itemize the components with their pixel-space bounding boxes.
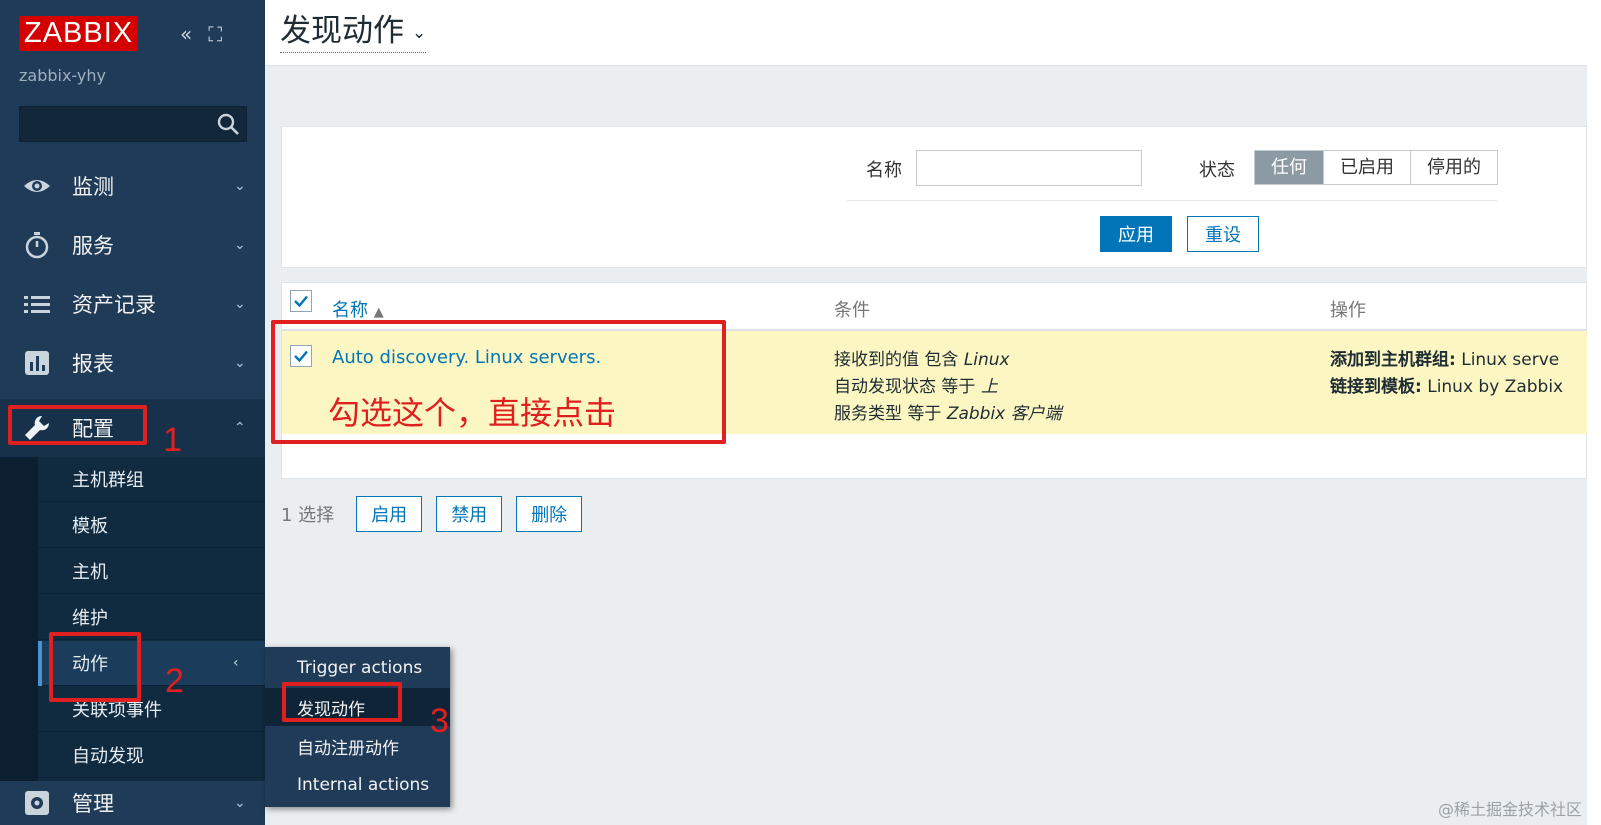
operation-line: 添加到主机群组: Linux serve bbox=[1330, 350, 1560, 370]
search-icon[interactable] bbox=[216, 112, 240, 136]
annotation-number-2: 2 bbox=[165, 662, 184, 700]
select-all-checkbox[interactable] bbox=[290, 290, 312, 312]
chevron-down-icon: ⌄ bbox=[234, 355, 246, 371]
server-name: zabbix-yhy bbox=[19, 66, 106, 85]
sort-ascending-icon: ▲ bbox=[373, 305, 384, 320]
submenu-hosts[interactable]: 主机 bbox=[38, 549, 265, 594]
kiosk-mode-icon[interactable]: ⛶ bbox=[208, 22, 222, 46]
column-header-conditions: 条件 bbox=[834, 300, 870, 321]
menu-label: 报表 bbox=[72, 352, 114, 376]
condition-line: 接收到的值 包含 Linux bbox=[834, 350, 1010, 370]
name-filter-label: 名称 bbox=[866, 160, 902, 181]
disable-button[interactable]: 禁用 bbox=[436, 496, 503, 532]
menu-reports[interactable]: 报表 ⌄ bbox=[0, 334, 265, 392]
annotation-number-1: 1 bbox=[163, 421, 182, 459]
annotation-box-2 bbox=[49, 632, 141, 702]
zabbix-logo[interactable]: ZABBIX bbox=[19, 16, 139, 51]
delete-button[interactable]: 删除 bbox=[516, 496, 583, 532]
apply-button[interactable]: 应用 bbox=[1100, 216, 1172, 252]
reset-button[interactable]: 重设 bbox=[1187, 216, 1259, 252]
status-option-enabled[interactable]: 已启用 bbox=[1323, 151, 1410, 184]
filter-panel: 名称 状态 任何 已启用 停用的 应用 重设 bbox=[281, 126, 1587, 268]
menu-label: 服务 bbox=[72, 234, 114, 258]
menu-inventory[interactable]: 资产记录 ⌄ bbox=[0, 275, 265, 333]
annotation-box-3 bbox=[282, 682, 402, 722]
enable-button[interactable]: 启用 bbox=[356, 496, 423, 532]
chevron-down-icon: ⌄ bbox=[234, 178, 246, 194]
checkmark-icon bbox=[294, 295, 308, 308]
annotation-box-1 bbox=[8, 405, 147, 445]
condition-line: 服务类型 等于 Zabbix 客户端 bbox=[834, 404, 1062, 424]
chevron-down-icon: ⌄ bbox=[234, 795, 246, 811]
operation-line: 链接到模板: Linux by Zabbix bbox=[1330, 377, 1564, 397]
page-title-dropdown[interactable]: 发现动作 ⌄ bbox=[280, 12, 427, 53]
list-icon bbox=[24, 296, 50, 313]
page-header: 发现动作 ⌄ bbox=[265, 0, 1587, 66]
search-input[interactable] bbox=[19, 106, 247, 142]
menu-services[interactable]: 服务 ⌄ bbox=[0, 216, 265, 274]
column-header-name[interactable]: 名称 ▲ bbox=[332, 296, 384, 322]
chevron-down-icon: ⌄ bbox=[234, 237, 246, 253]
chevron-up-icon: ⌃ bbox=[234, 420, 246, 436]
condition-line: 自动发现状态 等于 上 bbox=[834, 377, 998, 397]
configuration-submenu: 主机群组 模板 主机 维护 动作 ‹ 关联项事件 自动发现 bbox=[0, 457, 265, 781]
status-filter-label: 状态 bbox=[1199, 160, 1235, 181]
menu-label: 监测 bbox=[72, 175, 114, 199]
bar-chart-icon bbox=[25, 351, 49, 375]
actions-flyout-menu: Trigger actions 发现动作 自动注册动作 Internal act… bbox=[265, 647, 450, 807]
selected-count: 1 选择 bbox=[281, 505, 335, 526]
status-option-disabled[interactable]: 停用的 bbox=[1410, 151, 1497, 184]
column-header-operations: 操作 bbox=[1330, 300, 1366, 321]
submenu-discovery[interactable]: 自动发现 bbox=[38, 733, 265, 778]
flyout-autoregistration-actions[interactable]: 自动注册动作 bbox=[265, 727, 450, 765]
stopwatch-icon bbox=[25, 232, 49, 259]
status-option-any[interactable]: 任何 bbox=[1255, 151, 1323, 184]
watermark: @稀土掘金技术社区 bbox=[1438, 800, 1583, 819]
collapse-sidebar-icon[interactable]: « bbox=[180, 22, 192, 46]
annotation-note: 勾选这个，直接点击 bbox=[328, 394, 617, 432]
submenu-templates[interactable]: 模板 bbox=[38, 503, 265, 548]
annotation-number-3: 3 bbox=[430, 702, 449, 740]
menu-label: 管理 bbox=[72, 792, 114, 816]
eye-icon bbox=[24, 180, 50, 192]
flyout-internal-actions[interactable]: Internal actions bbox=[265, 766, 450, 804]
menu-monitoring[interactable]: 监测 ⌄ bbox=[0, 157, 265, 215]
status-segmented-control: 任何 已启用 停用的 bbox=[1254, 150, 1498, 185]
submenu-host-groups[interactable]: 主机群组 bbox=[38, 457, 265, 502]
name-filter-input[interactable] bbox=[916, 150, 1142, 186]
menu-label: 资产记录 bbox=[72, 293, 156, 317]
divider bbox=[847, 200, 1497, 201]
menu-administration[interactable]: 管理 ⌄ bbox=[0, 781, 265, 825]
chevron-down-icon: ⌄ bbox=[234, 296, 246, 312]
chevron-down-icon: ⌄ bbox=[412, 22, 427, 43]
chevron-left-icon: ‹ bbox=[233, 655, 239, 671]
gear-icon bbox=[25, 791, 49, 815]
mass-action-bar: 1 选择 启用 禁用 删除 bbox=[281, 496, 596, 532]
